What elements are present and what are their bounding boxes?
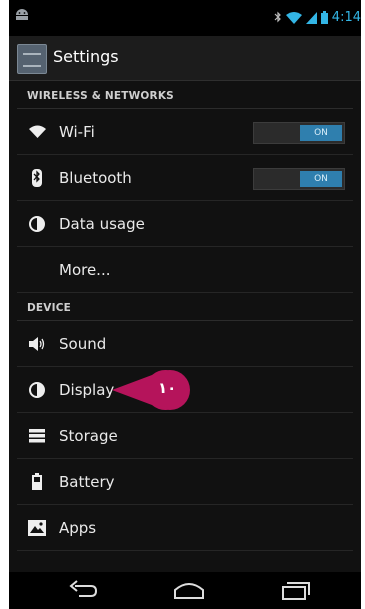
step-callout: ١٠ — [112, 369, 198, 411]
settings-item-label: Battery — [59, 472, 115, 491]
signal-icon — [305, 11, 317, 24]
wifi-toggle-state: ON — [300, 125, 342, 141]
display-icon — [27, 380, 47, 400]
recent-apps-icon[interactable] — [277, 578, 313, 602]
settings-item-storage[interactable]: Storage — [17, 413, 353, 459]
settings-list: WIRELESS & NETWORKS Wi-Fi ON Bluetooth O… — [9, 81, 361, 573]
wifi-icon — [285, 11, 302, 24]
bluetooth-toggle[interactable]: ON — [253, 168, 345, 190]
settings-item-label: Storage — [59, 426, 118, 445]
phone-screen: 4:14 Settings WIRELESS & NETWORKS Wi-Fi … — [9, 0, 361, 609]
status-time: 4:14 — [331, 10, 361, 25]
bluetooth-icon — [274, 11, 281, 23]
section-header-device: DEVICE — [17, 293, 353, 321]
navigation-bar — [9, 572, 361, 609]
settings-item-label: Apps — [59, 518, 97, 537]
settings-item-more[interactable]: More... — [17, 247, 353, 293]
back-icon[interactable] — [65, 578, 101, 602]
callout-arrow-icon — [112, 370, 190, 410]
settings-item-label: Display — [59, 380, 115, 399]
page-title: Settings — [53, 47, 119, 66]
apps-icon — [27, 518, 47, 538]
data-usage-icon — [27, 214, 47, 234]
settings-item-label: More... — [59, 260, 111, 279]
storage-icon — [27, 426, 47, 446]
section-header-wireless: WIRELESS & NETWORKS — [17, 81, 353, 109]
settings-item-wifi[interactable]: Wi-Fi ON — [17, 109, 353, 155]
settings-item-sound[interactable]: Sound — [17, 321, 353, 367]
wifi-toggle[interactable]: ON — [253, 122, 345, 144]
home-icon[interactable] — [171, 578, 207, 602]
settings-item-apps[interactable]: Apps — [17, 505, 353, 551]
settings-item-bluetooth[interactable]: Bluetooth ON — [17, 155, 353, 201]
android-icon — [16, 9, 28, 20]
action-bar: Settings — [9, 36, 361, 81]
sound-icon — [27, 334, 47, 354]
wifi-icon — [27, 122, 47, 142]
bluetooth-toggle-state: ON — [300, 171, 342, 187]
status-bar: 4:14 — [9, 0, 361, 36]
callout-number: ١٠ — [158, 379, 177, 397]
bluetooth-icon — [27, 168, 47, 188]
settings-item-label: Data usage — [59, 214, 145, 233]
battery-icon — [320, 11, 328, 24]
settings-item-battery[interactable]: Battery — [17, 459, 353, 505]
settings-item-label: Bluetooth — [59, 168, 132, 187]
battery-icon — [27, 472, 47, 492]
settings-app-icon[interactable] — [17, 44, 47, 74]
settings-item-data-usage[interactable]: Data usage — [17, 201, 353, 247]
status-icons: 4:14 — [274, 10, 361, 25]
settings-item-label: Wi-Fi — [59, 122, 95, 141]
settings-item-label: Sound — [59, 334, 107, 353]
